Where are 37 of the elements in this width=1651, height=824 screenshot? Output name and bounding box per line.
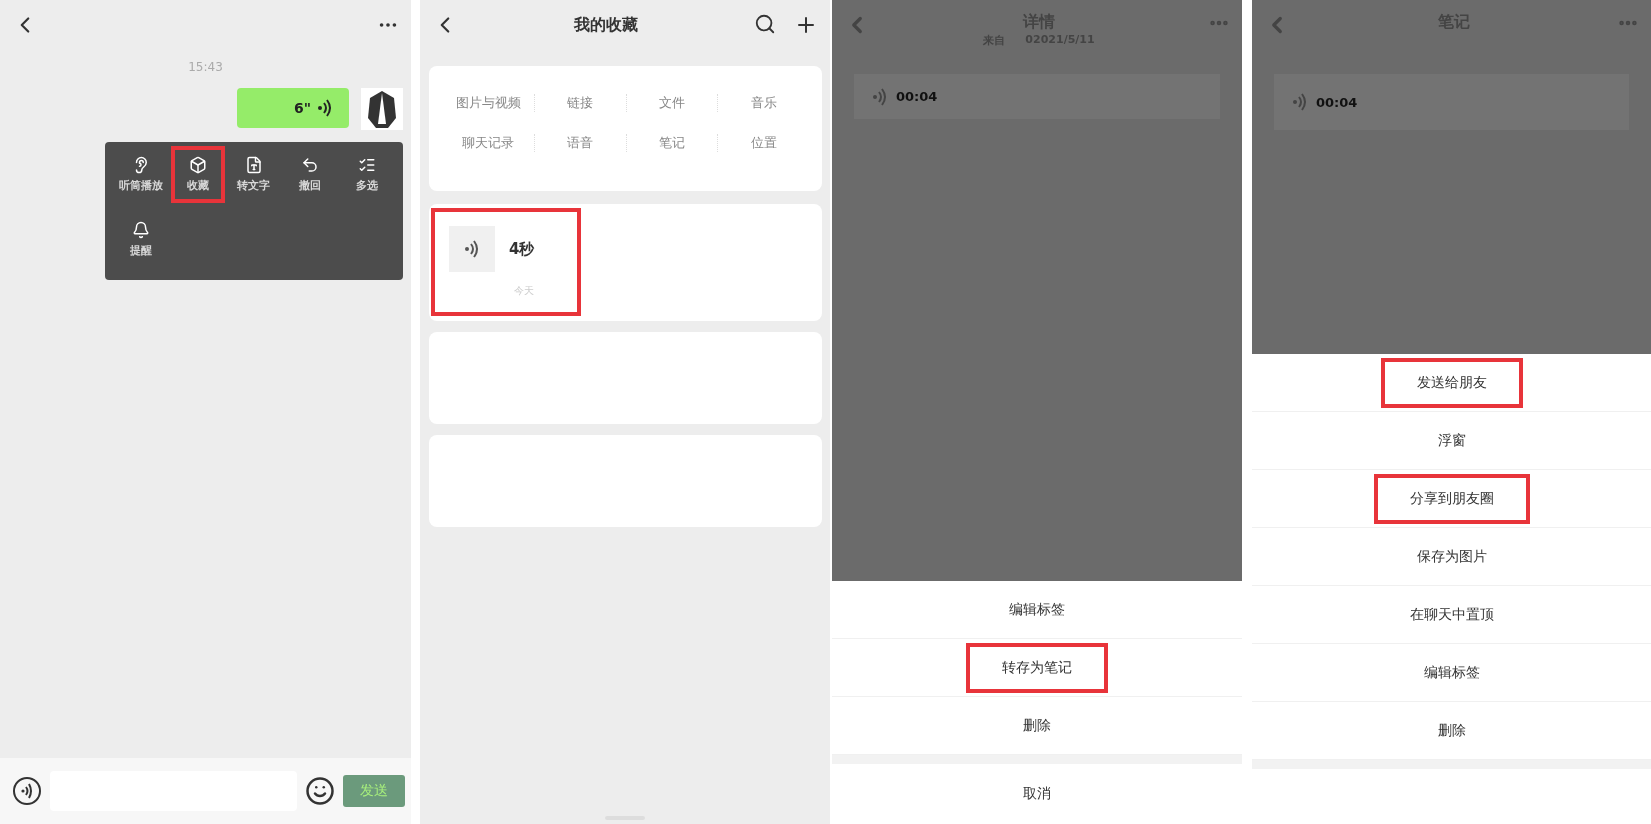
voice-duration: 4秒 (509, 239, 535, 259)
menu-item[interactable]: 转文字 (227, 146, 281, 203)
voice-card[interactable]: 00:04 (1274, 74, 1629, 130)
category-link[interactable]: 图片与视频 (443, 94, 535, 112)
category-link[interactable]: 笔记 (626, 134, 719, 152)
undo-icon (301, 156, 320, 174)
voice-duration: 00:04 (1316, 94, 1358, 110)
sound-wave-icon (1292, 92, 1308, 112)
menu-item[interactable]: 撤回 (283, 146, 338, 203)
category-link[interactable]: 语音 (534, 134, 627, 152)
sheet-option[interactable]: 发送给朋友 (1252, 354, 1651, 412)
menu-item[interactable]: 收藏 (170, 146, 225, 203)
bell-icon (132, 221, 151, 239)
voice-duration: 6" (293, 100, 311, 116)
category-link[interactable]: 位置 (718, 134, 810, 152)
voice-message-bubble[interactable]: 6" (237, 88, 349, 128)
document-icon (245, 156, 263, 174)
category-link[interactable]: 音乐 (718, 94, 810, 112)
avatar (361, 88, 403, 130)
voice-duration: 00:04 (896, 89, 938, 104)
sound-wave-icon (464, 239, 480, 259)
sound-wave-icon (872, 86, 888, 107)
category-link[interactable]: 聊天记录 (443, 134, 535, 152)
emoji-button[interactable] (305, 776, 335, 806)
category-link[interactable]: 文件 (626, 94, 719, 112)
category-link[interactable]: 链接 (534, 94, 627, 112)
sheet-option[interactable]: 编辑标签 (832, 581, 1242, 639)
cube-icon (188, 156, 207, 174)
message-time: 15:43 (187, 60, 224, 74)
sound-wave-icon (317, 98, 333, 118)
page-title: 我的收藏 (574, 14, 638, 36)
voice-input-button[interactable] (12, 776, 42, 806)
menu-item[interactable]: 提醒 (114, 211, 169, 268)
voice-card[interactable]: 00:04 (854, 74, 1220, 119)
menu-item[interactable]: 多选 (339, 146, 394, 203)
list-icon (357, 156, 376, 174)
menu-item[interactable]: 听筒播放 (114, 146, 169, 203)
